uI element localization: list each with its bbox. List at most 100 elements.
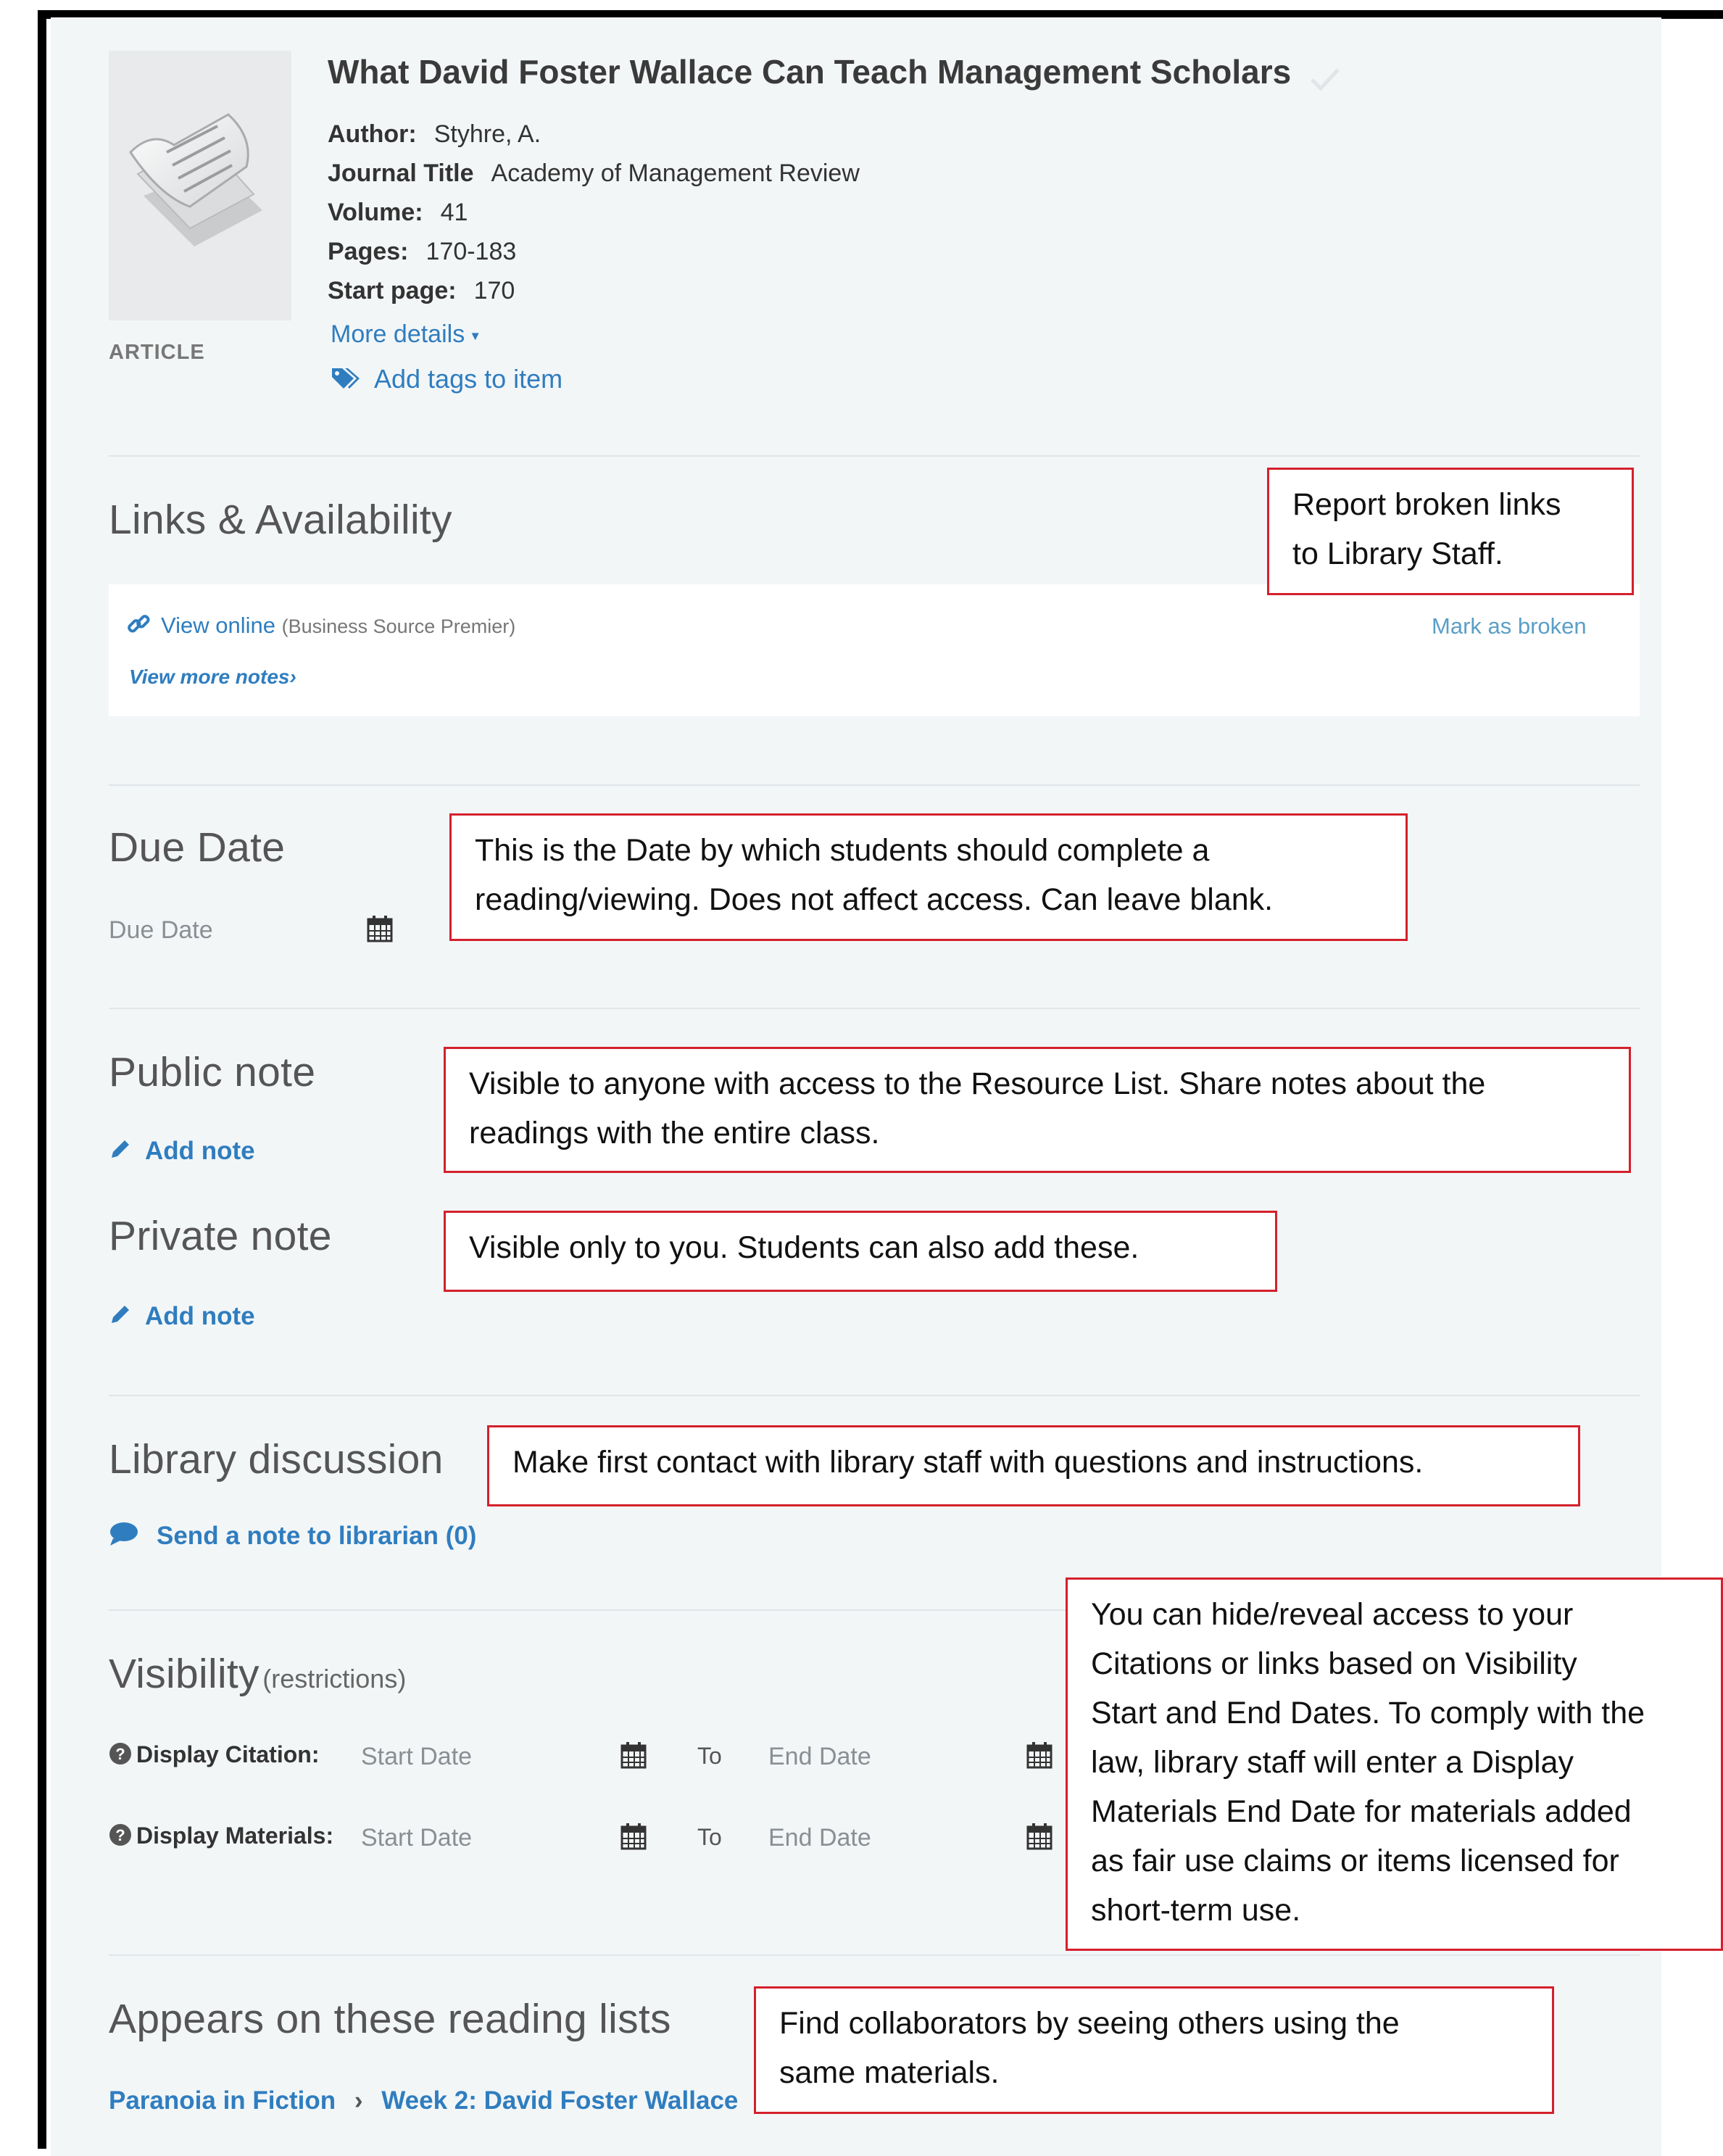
- start-page-key: Start page:: [328, 277, 457, 304]
- annotation-private-note: Visible only to you. Students can also a…: [444, 1211, 1277, 1292]
- public-add-note-link[interactable]: Add note: [109, 1137, 255, 1167]
- annotation-line: Start and End Dates. To comply with the: [1091, 1696, 1645, 1730]
- author-key: Author:: [328, 120, 417, 148]
- journal-key: Journal Title: [328, 159, 474, 187]
- annotation-line: Find collaborators by seeing others usin…: [779, 2006, 1400, 2041]
- divider: [109, 455, 1640, 457]
- calendar-icon[interactable]: [1026, 1741, 1053, 1773]
- pages-value: 170-183: [425, 238, 517, 265]
- calendar-icon[interactable]: [620, 1741, 647, 1773]
- journal-value: Academy of Management Review: [491, 159, 860, 187]
- check-icon: [1308, 64, 1342, 96]
- divider: [109, 784, 1640, 786]
- send-note-librarian-link[interactable]: Send a note to librarian (0): [109, 1521, 476, 1554]
- due-date-heading: Due Date: [109, 824, 286, 871]
- annotation-line: Visible to anyone with access to the Res…: [469, 1066, 1486, 1101]
- view-online-link[interactable]: View online (Business Source Premier): [126, 612, 515, 642]
- reading-list-link[interactable]: Paranoia in Fiction: [109, 2086, 336, 2115]
- annotation-line: to Library Staff.: [1292, 536, 1503, 571]
- item-title: What David Foster Wallace Can Teach Mana…: [328, 53, 1292, 91]
- private-note-heading: Private note: [109, 1213, 332, 1259]
- links-box: [109, 584, 1640, 716]
- annotation-line: Visible only to you. Students can also a…: [469, 1230, 1139, 1265]
- tags-icon: [331, 365, 362, 397]
- link-icon: [126, 612, 151, 642]
- calendar-icon[interactable]: [1026, 1823, 1053, 1854]
- reading-list-section-link[interactable]: Week 2: David Foster Wallace: [381, 2086, 738, 2115]
- citation-start-date[interactable]: Start Date: [361, 1743, 472, 1771]
- annotation-line: Citations or links based on Visibility: [1091, 1646, 1577, 1681]
- author-value: Styhre, A.: [433, 120, 541, 148]
- view-more-notes-link[interactable]: View more notes›: [129, 666, 296, 689]
- calendar-icon[interactable]: [367, 915, 393, 946]
- annotation-library-discussion: Make first contact with library staff wi…: [487, 1425, 1580, 1506]
- chevron-right-icon: ›: [354, 2086, 363, 2115]
- citation-to-label: To: [697, 1743, 722, 1769]
- public-add-note-label: Add note: [145, 1137, 255, 1165]
- annotation-line: You can hide/reveal access to your: [1091, 1597, 1574, 1632]
- annotation-visibility: You can hide/reveal access to your Citat…: [1066, 1577, 1723, 1951]
- citation-end-date[interactable]: End Date: [768, 1743, 871, 1771]
- visibility-heading-row: Visibility (restrictions): [109, 1650, 406, 1698]
- annotation-line: reading/viewing. Does not affect access.…: [475, 882, 1274, 917]
- due-date-input[interactable]: Due Date: [109, 916, 213, 945]
- chevron-right-icon: ›: [289, 666, 296, 688]
- display-citation-row: ? Display Citation:: [109, 1741, 319, 1771]
- pencil-icon: [109, 1137, 132, 1167]
- item-type-label: ARTICLE: [109, 341, 205, 364]
- svg-text:?: ?: [115, 1826, 125, 1844]
- meta-start-page: Start page: 170: [328, 277, 515, 305]
- annotation-line: Materials End Date for materials added: [1091, 1794, 1632, 1829]
- reading-lists-heading: Appears on these reading lists: [109, 1996, 671, 2042]
- visibility-subheading: (restrictions): [262, 1664, 407, 1693]
- meta-journal: Journal Title Academy of Management Revie…: [328, 159, 860, 188]
- annotation-line: as fair use claims or items licensed for: [1091, 1844, 1619, 1878]
- view-more-notes-label: View more notes: [129, 666, 290, 688]
- private-add-note-link[interactable]: Add note: [109, 1302, 255, 1332]
- svg-text:?: ?: [115, 1745, 125, 1763]
- source-label: (Business Source Premier): [281, 615, 516, 638]
- reading-list-breadcrumb: Paranoia in Fiction › Week 2: David Fost…: [109, 2086, 738, 2115]
- meta-author: Author: Styhre, A.: [328, 120, 541, 149]
- add-tags-label: Add tags to item: [374, 364, 563, 394]
- annotation-public-note: Visible to anyone with access to the Res…: [444, 1047, 1631, 1173]
- more-details-label: More details: [331, 320, 465, 348]
- help-icon[interactable]: ?: [109, 1823, 132, 1852]
- calendar-icon[interactable]: [620, 1823, 647, 1854]
- help-icon[interactable]: ?: [109, 1742, 132, 1771]
- links-heading: Links & Availability: [109, 497, 452, 543]
- annotation-report-broken: Report broken links to Library Staff.: [1267, 468, 1634, 595]
- display-materials-row: ? Display Materials:: [109, 1823, 333, 1852]
- annotation-line: same materials.: [779, 2055, 1000, 2090]
- library-discussion-heading: Library discussion: [109, 1436, 444, 1483]
- start-page-value: 170: [473, 277, 515, 304]
- document-icon: [129, 113, 262, 246]
- annotation-line: law, library staff will enter a Display: [1091, 1745, 1574, 1780]
- caret-down-icon: ▾: [471, 328, 479, 344]
- view-online-label: View online: [161, 613, 275, 639]
- annotation-line: This is the Date by which students shoul…: [475, 833, 1210, 868]
- annotation-line: Report broken links: [1292, 487, 1561, 522]
- annotation-line: short-term use.: [1091, 1893, 1301, 1928]
- send-note-label: Send a note to librarian (0): [157, 1521, 477, 1550]
- divider: [109, 1954, 1640, 1956]
- more-details-link[interactable]: More details ▾: [331, 320, 479, 349]
- divider: [109, 1008, 1640, 1009]
- annotation-due-date: This is the Date by which students shoul…: [449, 813, 1408, 941]
- materials-to-label: To: [697, 1824, 722, 1850]
- materials-end-date[interactable]: End Date: [768, 1824, 871, 1852]
- speech-bubble-icon: [109, 1521, 139, 1554]
- mark-broken-link[interactable]: Mark as broken: [1432, 613, 1587, 639]
- add-tags-link[interactable]: Add tags to item: [331, 364, 562, 397]
- divider: [109, 1395, 1640, 1396]
- public-note-heading: Public note: [109, 1049, 316, 1095]
- annotation-line: Make first contact with library staff wi…: [512, 1445, 1424, 1480]
- pencil-icon: [109, 1303, 132, 1332]
- display-materials-label: Display Materials:: [136, 1823, 334, 1849]
- display-citation-label: Display Citation:: [136, 1741, 320, 1767]
- item-title-row: What David Foster Wallace Can Teach Mana…: [328, 52, 1342, 96]
- materials-start-date[interactable]: Start Date: [361, 1824, 472, 1852]
- meta-pages: Pages: 170-183: [328, 238, 516, 266]
- private-add-note-label: Add note: [145, 1302, 255, 1330]
- pages-key: Pages:: [328, 238, 409, 265]
